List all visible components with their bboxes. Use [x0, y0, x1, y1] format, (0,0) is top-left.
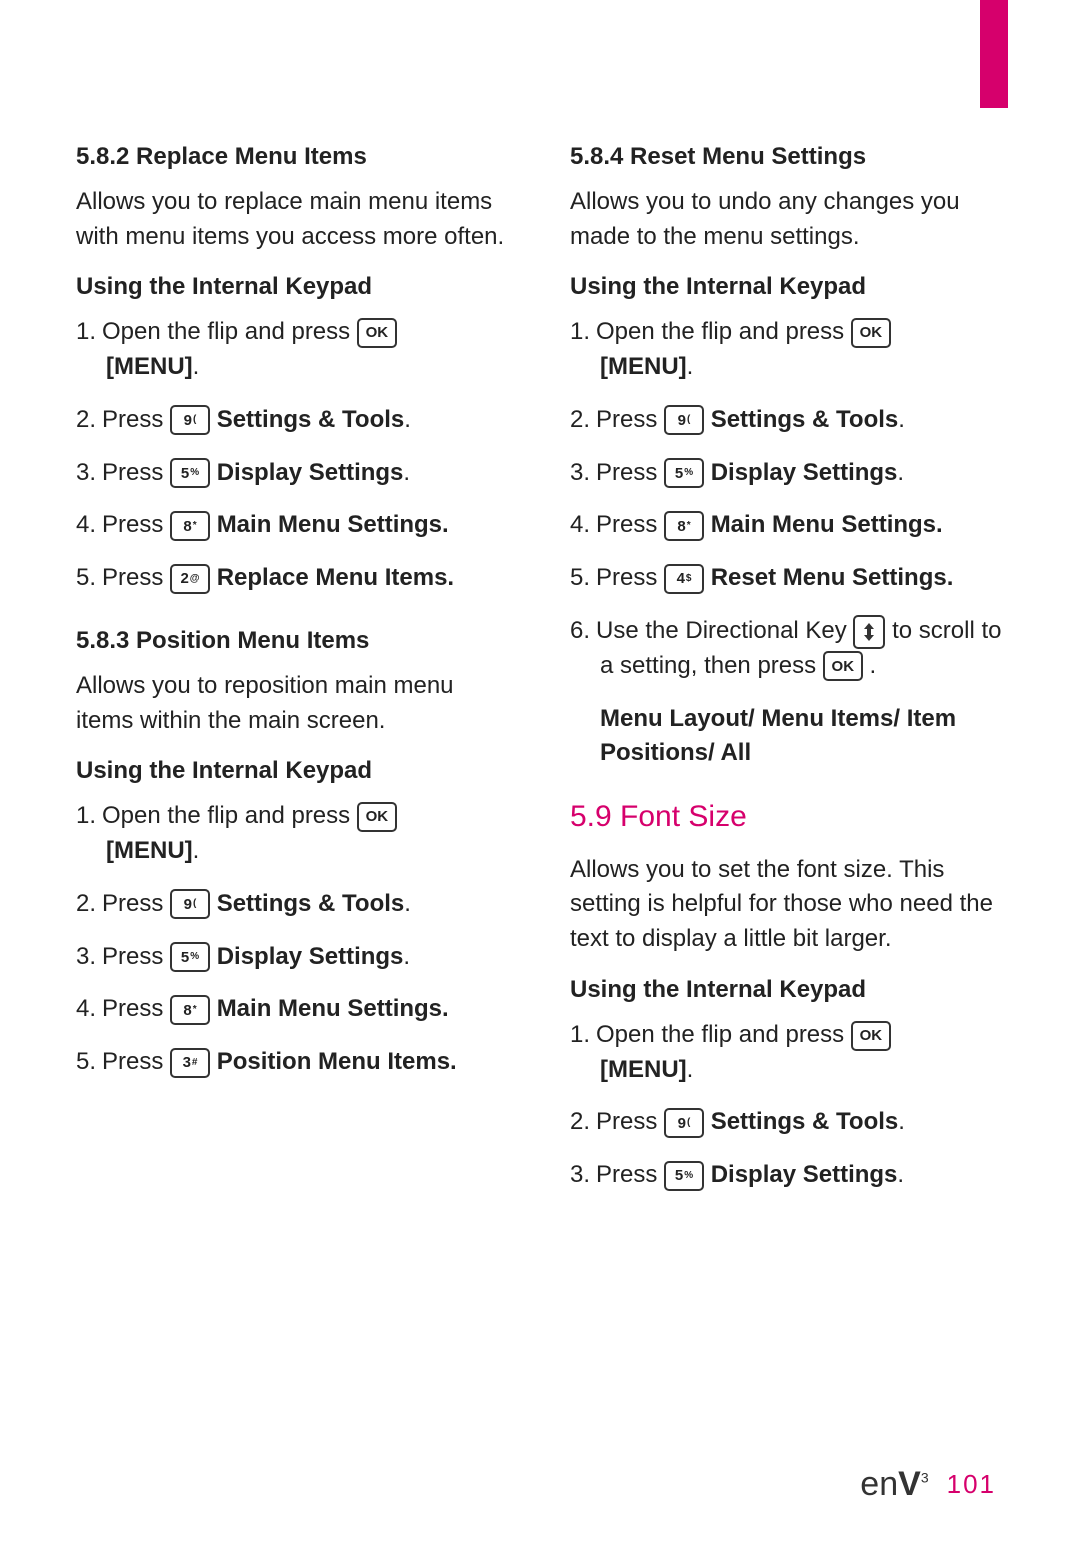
- key-9-icon: 9(: [170, 405, 210, 435]
- desc-583: Allows you to reposition main menu items…: [76, 669, 514, 739]
- page-footer: enV3 101: [860, 1465, 996, 1504]
- subhead-584: Using the Internal Keypad: [570, 270, 1008, 305]
- brand-logo: enV3: [860, 1465, 928, 1504]
- key-9-icon: 9(: [170, 889, 210, 919]
- page-number: 101: [947, 1469, 996, 1500]
- step-options: Menu Layout/ Menu Items/ Item Positions/…: [570, 702, 1008, 772]
- step: 1.Open the flip and press OK[MENU].: [570, 315, 1008, 385]
- step: 2.Press 9( Settings & Tools.: [570, 1105, 1008, 1140]
- right-column: 5.8.4 Reset Menu Settings Allows you to …: [570, 140, 1008, 1211]
- key-5-icon: 5%: [664, 1161, 704, 1191]
- heading-582: 5.8.2 Replace Menu Items: [76, 140, 514, 175]
- key-8-icon: 8*: [170, 511, 210, 541]
- step: 6.Use the Directional Key to scroll to a…: [570, 614, 1008, 684]
- steps-584: 1.Open the flip and press OK[MENU]. 2.Pr…: [570, 315, 1008, 771]
- key-9-icon: 9(: [664, 405, 704, 435]
- left-column: 5.8.2 Replace Menu Items Allows you to r…: [76, 140, 514, 1211]
- ok-key-icon: OK: [357, 318, 397, 348]
- step: 2.Press 9( Settings & Tools.: [76, 403, 514, 438]
- subhead-583: Using the Internal Keypad: [76, 754, 514, 789]
- steps-59: 1.Open the flip and press OK[MENU]. 2.Pr…: [570, 1018, 1008, 1193]
- steps-582: 1.Open the flip and press OK[MENU]. 2.Pr…: [76, 315, 514, 596]
- step: 5.Press 2@ Replace Menu Items.: [76, 561, 514, 596]
- step: 2.Press 9( Settings & Tools.: [76, 887, 514, 922]
- step: 4.Press 8* Main Menu Settings.: [76, 508, 514, 543]
- step: 5.Press 4$ Reset Menu Settings.: [570, 561, 1008, 596]
- ok-key-icon: OK: [851, 318, 891, 348]
- heading-583: 5.8.3 Position Menu Items: [76, 624, 514, 659]
- step: 1.Open the flip and press OK[MENU].: [570, 1018, 1008, 1088]
- step: 2.Press 9( Settings & Tools.: [570, 403, 1008, 438]
- subhead-582: Using the Internal Keypad: [76, 270, 514, 305]
- step: 3.Press 5% Display Settings.: [76, 456, 514, 491]
- subhead-59: Using the Internal Keypad: [570, 973, 1008, 1008]
- key-5-icon: 5%: [664, 458, 704, 488]
- key-3-icon: 3#: [170, 1048, 210, 1078]
- step: 1.Open the flip and press OK[MENU].: [76, 799, 514, 869]
- desc-59: Allows you to set the font size. This se…: [570, 853, 1008, 957]
- desc-584: Allows you to undo any changes you made …: [570, 185, 1008, 255]
- ok-key-icon: OK: [357, 802, 397, 832]
- step: 5.Press 3# Position Menu Items.: [76, 1045, 514, 1080]
- heading-59: 5.9 Font Size: [570, 795, 1008, 839]
- step: 3.Press 5% Display Settings.: [76, 940, 514, 975]
- ok-key-icon: OK: [823, 651, 863, 681]
- key-9-icon: 9(: [664, 1108, 704, 1138]
- step: 4.Press 8* Main Menu Settings.: [570, 508, 1008, 543]
- step: 3.Press 5% Display Settings.: [570, 456, 1008, 491]
- key-5-icon: 5%: [170, 942, 210, 972]
- key-5-icon: 5%: [170, 458, 210, 488]
- heading-584: 5.8.4 Reset Menu Settings: [570, 140, 1008, 175]
- key-4-icon: 4$: [664, 564, 704, 594]
- directional-key-icon: [853, 615, 885, 649]
- step: 3.Press 5% Display Settings.: [570, 1158, 1008, 1193]
- key-2-icon: 2@: [170, 564, 210, 594]
- page-edge-tab: [980, 0, 1008, 108]
- step: 1.Open the flip and press OK[MENU].: [76, 315, 514, 385]
- step: 4.Press 8* Main Menu Settings.: [76, 992, 514, 1027]
- desc-582: Allows you to replace main menu items wi…: [76, 185, 514, 255]
- ok-key-icon: OK: [851, 1021, 891, 1051]
- page-body: 5.8.2 Replace Menu Items Allows you to r…: [76, 140, 1008, 1211]
- steps-583: 1.Open the flip and press OK[MENU]. 2.Pr…: [76, 799, 514, 1080]
- key-8-icon: 8*: [170, 995, 210, 1025]
- key-8-icon: 8*: [664, 511, 704, 541]
